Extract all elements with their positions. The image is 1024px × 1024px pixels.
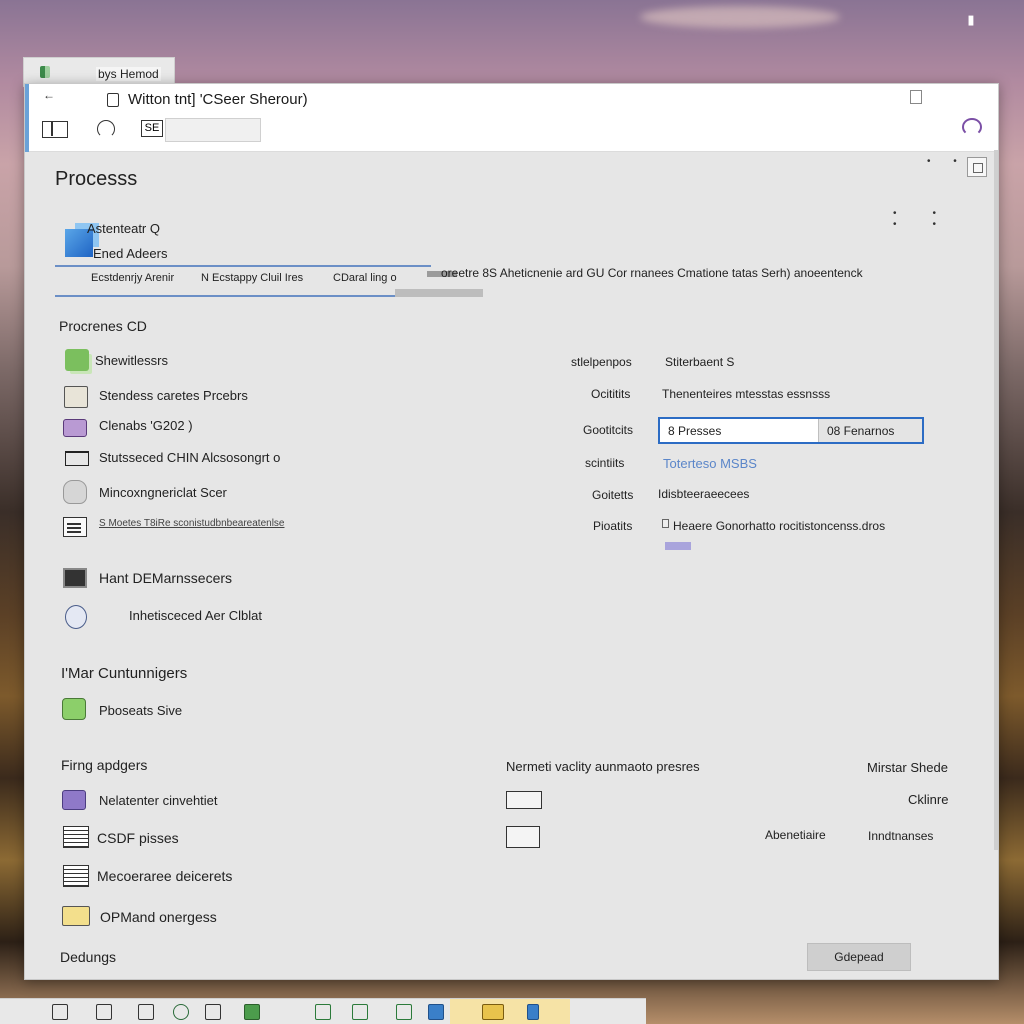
window-title: Witton tnt] 'CSeer Sherour) — [128, 91, 308, 108]
process-row-4-link[interactable]: Toterteso MSBS — [663, 456, 757, 471]
process-row-2-status: Ocititits — [591, 387, 631, 401]
computers-heading: I'Mar Cuntunnigers — [61, 665, 188, 682]
process-row-1-detail: Stiterbaent S — [665, 355, 735, 369]
lines-icon — [63, 826, 89, 848]
chip-icon — [63, 419, 87, 437]
combo-value: 8 Presses — [668, 424, 722, 438]
folder-icon — [62, 906, 90, 926]
taskbar-blue-app-icon[interactable] — [428, 1004, 444, 1020]
taskbar-note-icon[interactable] — [352, 1004, 368, 1020]
restore-icon[interactable] — [967, 157, 987, 177]
process-filter-combobox[interactable]: 8 Presses 08 Fenarnos — [658, 417, 924, 444]
tile-label-secondary: Ened Adeers — [93, 246, 168, 261]
process-row-6-status: Pioatits — [593, 519, 633, 533]
view-panel-icon[interactable] — [42, 121, 68, 138]
process-row-4-status: scintiits — [585, 456, 625, 470]
search-input[interactable] — [165, 118, 261, 142]
checkbox-icon[interactable] — [662, 519, 669, 528]
taskbar-edit-icon[interactable] — [96, 1004, 112, 1020]
taskbar — [0, 998, 646, 1024]
settings-tool-icon[interactable]: SE — [141, 120, 163, 137]
disk-icon — [64, 386, 88, 408]
taskbar-files-icon[interactable] — [52, 1004, 68, 1020]
programs-row-2-mid: Abenetiaire — [765, 828, 826, 842]
process-row-1-status: stlelpenpos — [571, 355, 632, 369]
programs-right-heading: Mirstar Shede — [867, 760, 948, 775]
taskbar-folder-icon[interactable] — [482, 1004, 504, 1020]
process-row-4-label[interactable]: Stutsseced CHIN Alcsosongrt o — [99, 450, 280, 465]
program-thumb-icon-2 — [506, 826, 540, 848]
process-row-6-label[interactable]: S Moetes T8iRe sconistudbnbeareatenlse — [99, 518, 284, 529]
selection-marker — [665, 542, 691, 550]
window-dots-icon[interactable]: • • — [927, 156, 967, 167]
tile-label-primary: Astenteatr Q — [87, 221, 160, 236]
maximize-icon[interactable] — [910, 90, 922, 104]
process-row-3-status: Gootitcits — [583, 423, 634, 437]
taskbar-calendar-icon[interactable] — [205, 1004, 221, 1020]
process-row-1-label[interactable]: Shewitlessrs — [95, 353, 168, 368]
tab-third[interactable]: CDaral ling o — [333, 272, 397, 284]
taskbar-store-icon[interactable] — [527, 1004, 539, 1020]
programs-heading: Firng apdgers — [61, 757, 148, 773]
taskbar-active-highlight — [450, 999, 570, 1024]
taskbar-document-icon[interactable] — [138, 1004, 154, 1020]
programs-row-1-label[interactable]: Nelatenter cinvehtiet — [99, 793, 218, 808]
program-thumb-icon — [506, 791, 542, 809]
programs-row-4-label[interactable]: OPMand onergess — [100, 909, 217, 925]
ok-button[interactable]: Gdepead — [807, 943, 911, 971]
lines-icon-2 — [63, 865, 89, 887]
taskbar-doc-green-icon[interactable] — [396, 1004, 412, 1020]
tab-progress-bar — [395, 289, 483, 297]
taskbar-green-app-icon[interactable] — [244, 1004, 260, 1020]
overflow-dots-icon[interactable]: •• •• — [893, 208, 998, 230]
main-window: ← Witton tnt] 'CSeer Sherour) SE • • Pro… — [24, 83, 999, 980]
scrollbar[interactable] — [994, 150, 998, 850]
process-row-5-status: Goitetts — [592, 488, 634, 502]
sky-cloud — [640, 6, 840, 28]
assistant-icon[interactable] — [962, 118, 982, 136]
programs-row-2-label[interactable]: CSDF pisses — [97, 830, 179, 846]
page-title: Processs — [55, 168, 138, 190]
refresh-icon[interactable] — [97, 120, 115, 138]
window-accent — [25, 84, 29, 152]
green-app-icon — [65, 349, 89, 371]
process-row-5-detail: Idisbteeraeecees — [658, 487, 750, 501]
tabs-description: oreetre 8S Aheticnenie ard GU Cor rnanee… — [441, 266, 863, 280]
process-row-5-label[interactable]: Mincoxngnericlat Scer — [99, 485, 227, 500]
programs-row-1-right[interactable]: Cklinre — [908, 792, 948, 807]
combo-dropdown-button[interactable]: 08 Fenarnos — [818, 419, 922, 442]
document-icon — [63, 517, 87, 537]
footer-label: Dedungs — [60, 949, 117, 965]
title-bar: ← Witton tnt] 'CSeer Sherour) SE — [25, 84, 998, 152]
desktop-file-icon[interactable]: ▮ — [964, 12, 978, 30]
programs-mid-heading: Nermeti vaclity aunmaoto presres — [506, 759, 700, 774]
app-icon — [40, 66, 50, 78]
black-square-icon — [63, 568, 87, 588]
extra-row-2-label[interactable]: Inhetisceced Aer Clblat — [129, 608, 262, 623]
tab-second[interactable]: N Ecstappy Cluil Ires — [201, 272, 303, 284]
programs-row-2-right: Inndtnanses — [868, 829, 934, 843]
purple-box-icon — [62, 790, 86, 810]
window-app-icon — [107, 93, 119, 107]
bag-icon — [63, 480, 87, 504]
taskbar-sheet-icon[interactable] — [315, 1004, 331, 1020]
process-row-3-label[interactable]: Clenabs 'G202 ) — [99, 418, 193, 433]
process-row-2-detail: Thenenteires mtesstas essnsss — [662, 387, 831, 401]
back-arrow-icon[interactable]: ← — [43, 88, 55, 102]
extra-row-1-label[interactable]: Hant DEMarnssecers — [99, 570, 232, 586]
background-tab-label: bys Hemod — [96, 67, 161, 81]
processes-heading: Procrenes CD — [59, 318, 147, 334]
taskbar-clock-icon[interactable] — [173, 1004, 189, 1020]
network-icon — [65, 605, 87, 629]
programs-row-3-label[interactable]: Mecoeraree deicerets — [97, 868, 232, 884]
tab-strip: Ecstdenrjy Arenir N Ecstappy Cluil Ires … — [55, 265, 483, 297]
process-row-2-label[interactable]: Stendess caretes Prcebrs — [99, 388, 248, 403]
computers-row-1-label[interactable]: Pboseats Sive — [99, 703, 182, 718]
process-row-6-detail: Heaere Gonorhatto rocitistoncenss.dros — [673, 519, 886, 533]
tab-first[interactable]: Ecstdenrjy Arenir — [91, 272, 174, 284]
monitor-icon — [65, 451, 89, 466]
green-box-icon — [62, 698, 86, 720]
